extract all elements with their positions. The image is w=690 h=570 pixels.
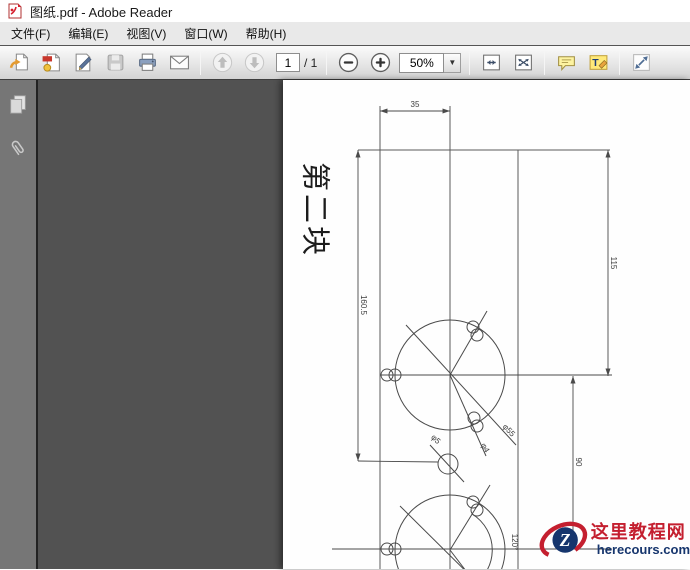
dim-right-spacing: 90 xyxy=(574,458,583,467)
technical-drawing: 35 160.5 115 90 φ55 φ4 φ5 120° 第二块 xyxy=(298,100,618,569)
save-icon xyxy=(107,54,123,71)
watermark-text: 这里教程网 herecours.com xyxy=(591,522,690,558)
create-pdf-button[interactable] xyxy=(37,49,65,77)
toolbar: / 1 50% ▼ xyxy=(0,46,690,80)
menu-view[interactable]: 视图(V) xyxy=(117,22,175,45)
page-total-label: / 1 xyxy=(304,55,318,70)
navigation-sidebar xyxy=(0,80,38,569)
adobe-reader-window: 图纸.pdf - Adobe Reader 文件(F) 编辑(E) 视图(V) … xyxy=(0,0,690,570)
toolbar-separator xyxy=(200,50,201,75)
print-icon xyxy=(138,53,156,71)
fit-page-button[interactable] xyxy=(509,49,537,77)
toolbar-separator xyxy=(544,50,546,75)
menu-window[interactable]: 窗口(W) xyxy=(175,22,236,45)
part-outline xyxy=(358,106,610,569)
email-button[interactable] xyxy=(165,49,193,77)
previous-page-icon xyxy=(212,52,232,73)
menu-edit[interactable]: 编辑(E) xyxy=(59,22,117,45)
print-button[interactable] xyxy=(133,49,161,77)
previous-page-button[interactable] xyxy=(208,49,236,77)
content-area: 35 160.5 115 90 φ55 φ4 φ5 120° 第二块 Z 这里教… xyxy=(0,80,690,569)
zoom-out-button[interactable] xyxy=(334,49,362,77)
comment-icon xyxy=(557,56,575,71)
svg-text:T: T xyxy=(592,57,599,69)
page-number-input[interactable] xyxy=(276,53,300,72)
drawing-block-title: 第二块 xyxy=(298,162,331,258)
watermark-logo: Z 这里教程网 herecours.com xyxy=(538,514,690,566)
dim-left-height: 160.5 xyxy=(359,295,368,316)
fit-page-icon xyxy=(514,54,532,71)
fit-width-icon xyxy=(482,54,500,71)
window-title: 图纸.pdf - Adobe Reader xyxy=(30,4,173,20)
zoom-dropdown-button[interactable]: ▼ xyxy=(444,52,462,73)
pdf-page: 35 160.5 115 90 φ55 φ4 φ5 120° 第二块 xyxy=(283,80,690,569)
zoom-level-control: 50% ▼ xyxy=(399,52,462,73)
page-thumbnails-icon xyxy=(10,95,26,114)
next-page-icon xyxy=(244,52,264,73)
dim-top-width: 35 xyxy=(411,100,420,109)
watermark-site-url: herecours.com xyxy=(596,542,690,557)
toolbar-separator xyxy=(326,50,328,75)
menu-help[interactable]: 帮助(H) xyxy=(237,22,296,45)
attachments-button[interactable] xyxy=(4,134,32,162)
dim-small-hole-diameter: φ5 xyxy=(429,433,443,447)
upper-circle-feature xyxy=(380,310,612,457)
watermark-brand-icon: Z xyxy=(539,521,588,559)
toolbar-separator xyxy=(619,50,621,75)
sign-edit-icon xyxy=(75,53,92,72)
open-file-button[interactable] xyxy=(5,49,33,77)
email-icon xyxy=(169,55,189,70)
fullscreen-icon xyxy=(632,54,650,71)
document-viewport[interactable]: 35 160.5 115 90 φ55 φ4 φ5 120° 第二块 Z 这里教… xyxy=(38,80,690,569)
watermark-brand-letter: Z xyxy=(559,530,571,550)
zoom-in-icon xyxy=(370,52,390,73)
titlebar: 图纸.pdf - Adobe Reader xyxy=(0,0,690,22)
open-file-icon xyxy=(9,53,28,71)
dim-right-height: 115 xyxy=(609,257,618,270)
adobe-reader-pdf-icon xyxy=(8,3,22,19)
page-thumbnails-button[interactable] xyxy=(4,90,32,118)
zoom-in-button[interactable] xyxy=(366,49,394,77)
highlight-text-icon: T xyxy=(589,55,608,70)
zoom-out-icon xyxy=(338,52,358,73)
sign-edit-button[interactable] xyxy=(69,49,97,77)
dim-angle: 120° xyxy=(510,534,519,551)
zoom-level-value[interactable]: 50% xyxy=(399,52,445,73)
fit-width-button[interactable] xyxy=(477,49,505,77)
menubar: 文件(F) 编辑(E) 视图(V) 窗口(W) 帮助(H) xyxy=(0,22,690,46)
menu-file[interactable]: 文件(F) xyxy=(2,22,59,45)
small-hole-feature xyxy=(429,444,465,483)
toolbar-separator xyxy=(469,50,471,75)
create-pdf-icon xyxy=(42,53,60,72)
watermark-site-name: 这里教程网 xyxy=(590,522,686,542)
attachments-icon xyxy=(11,140,24,156)
save-button[interactable] xyxy=(101,49,129,77)
next-page-button[interactable] xyxy=(240,49,268,77)
highlight-button[interactable]: T xyxy=(584,49,612,77)
dim-circle-diameter: φ55 xyxy=(501,422,518,439)
comment-button[interactable] xyxy=(552,49,580,77)
dimension-lines xyxy=(355,108,611,549)
fullscreen-button[interactable] xyxy=(627,49,655,77)
